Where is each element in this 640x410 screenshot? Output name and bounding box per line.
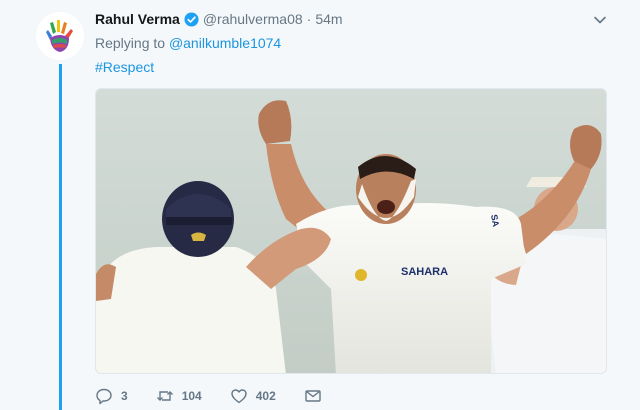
like-button[interactable]: 402 [230,387,276,405]
tweet[interactable]: Rahul Verma @rahulverma08 · 54m Replying… [0,0,640,410]
tweet-actions: 3 104 402 [95,386,358,406]
retweet-icon [156,391,173,401]
like-icon [231,389,247,404]
tweet-photo[interactable]: SAHARA SA [95,88,607,374]
tweet-header: Rahul Verma @rahulverma08 · 54m [95,10,343,28]
thread-line [59,64,62,410]
reply-icon [96,388,112,405]
replying-to: Replying to @anilkumble1074 [95,35,281,51]
reply-button[interactable]: 3 [95,387,128,405]
replying-prefix: Replying to [95,35,166,51]
chevron-down-icon[interactable] [592,12,608,28]
direct-message-button[interactable] [304,387,330,405]
cricket-celebration-photo: SAHARA SA [96,89,606,373]
like-count: 402 [255,389,276,403]
replying-handle-link[interactable]: @anilkumble1074 [169,35,281,51]
avatar[interactable] [36,12,84,60]
hashtag-link[interactable]: #Respect [95,59,154,75]
author-handle[interactable]: @rahulverma08 [203,11,303,27]
timestamp[interactable]: 54m [315,11,342,27]
separator-dot: · [306,11,312,27]
author-name[interactable]: Rahul Verma [95,11,180,27]
reply-count: 3 [121,389,128,403]
colorful-hand-icon [46,20,73,52]
retweet-count: 104 [181,389,202,403]
retweet-button[interactable]: 104 [156,387,202,405]
direct-message-icon [305,390,321,402]
verified-badge-icon [184,11,199,27]
jersey-text: SAHARA [401,266,448,278]
